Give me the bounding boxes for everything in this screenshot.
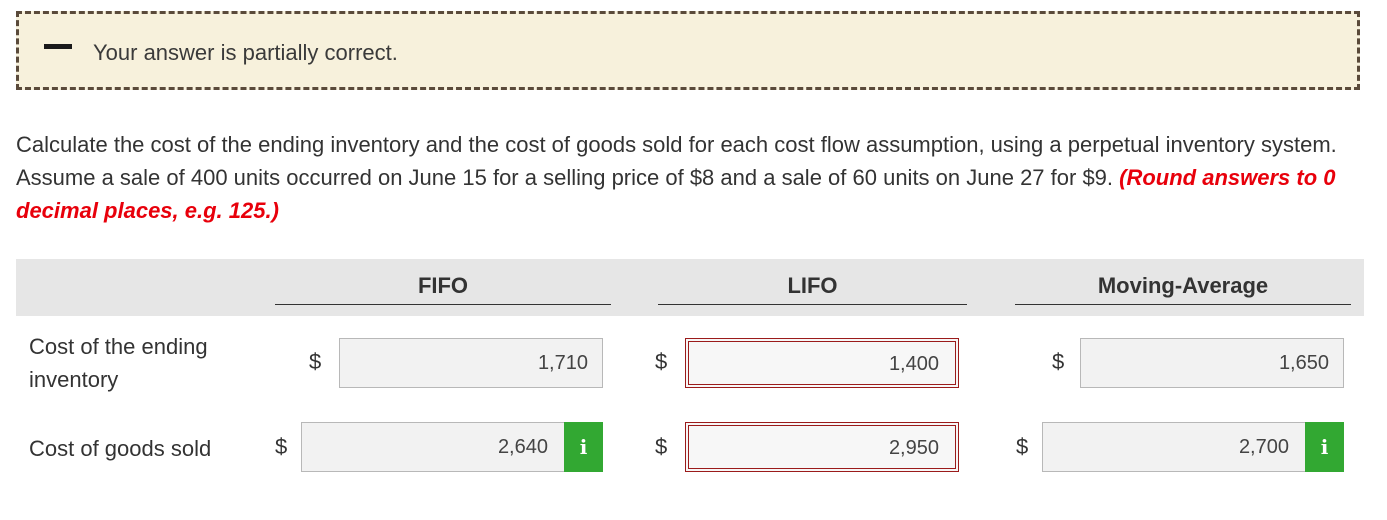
row-label-cost-of-goods-sold: Cost of goods sold <box>29 436 212 461</box>
moving-average-ending-inventory-input[interactable]: 1,650 <box>1080 338 1344 388</box>
lifo-cost-of-goods-sold-value: 2,950 <box>888 437 939 459</box>
moving-average-cost-of-goods-sold-value: 2,700 <box>1238 436 1289 458</box>
lifo-ending-inventory-value: 1,400 <box>888 353 939 375</box>
currency-symbol: $ <box>309 349 322 374</box>
info-icon[interactable]: i <box>564 422 603 472</box>
fifo-cost-of-goods-sold-value: 2,640 <box>497 436 548 458</box>
moving-average-cost-of-goods-sold-input[interactable]: 2,700 i <box>1042 422 1344 472</box>
lifo-cost-of-goods-sold-input[interactable]: 2,950 <box>685 422 959 472</box>
partial-correct-icon <box>44 44 72 49</box>
currency-symbol: $ <box>655 349 668 374</box>
feedback-banner: Your answer is partially correct. <box>16 11 1360 90</box>
currency-symbol: $ <box>655 434 668 459</box>
question-text: Calculate the cost of the ending invento… <box>16 128 1366 227</box>
currency-symbol: $ <box>1052 349 1065 374</box>
fifo-ending-inventory-input[interactable]: 1,710 <box>339 338 603 388</box>
currency-symbol: $ <box>275 434 288 459</box>
column-header-moving-average: Moving-Average <box>1015 273 1351 305</box>
currency-symbol: $ <box>1016 434 1029 459</box>
column-header-fifo: FIFO <box>275 273 611 305</box>
info-icon[interactable]: i <box>1305 422 1344 472</box>
fifo-cost-of-goods-sold-input[interactable]: 2,640 i <box>301 422 603 472</box>
column-header-lifo: LIFO <box>658 273 967 305</box>
lifo-ending-inventory-input[interactable]: 1,400 <box>685 338 959 388</box>
fifo-ending-inventory-value: 1,710 <box>537 352 588 374</box>
moving-average-ending-inventory-value: 1,650 <box>1278 352 1329 374</box>
feedback-message: Your answer is partially correct. <box>93 40 398 65</box>
row-label-ending-inventory: Cost of the ending inventory <box>29 334 208 392</box>
